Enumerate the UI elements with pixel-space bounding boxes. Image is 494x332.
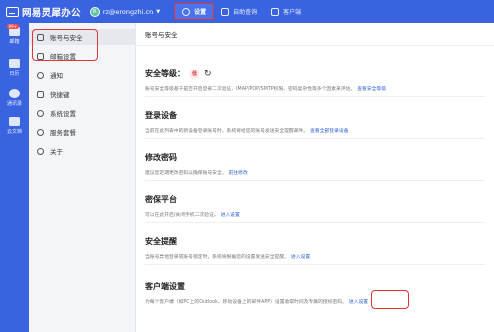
sidebar-item-shortcuts[interactable]: 快捷键 (29, 86, 136, 102)
section-title: 登录设备 (145, 111, 177, 120)
divider (145, 96, 485, 97)
section-title: 密保平台 (145, 195, 177, 204)
page-title: 账号与安全 (136, 23, 494, 46)
app-logo[interactable]: 网易灵犀办公 (6, 5, 81, 19)
section-title: 客户端设置 (145, 282, 185, 291)
security-platform-settings-link[interactable]: 进入设置 (221, 213, 240, 218)
sidebar-item-label: 服务套餐 (50, 129, 76, 137)
topnav-self-query[interactable]: 自助查询 (214, 3, 264, 20)
section-client-settings: 客户端设置 为每个客户端（如PC上的Outlook、移动设备上的邮件APP）设置… (145, 281, 490, 305)
section-security-level: 安全等级： 低 ↻ 账号安全等级基于是否开启登录二次验证、IMAP/POP/SM… (145, 68, 490, 93)
login-devices-desc: 当前在此列表中的新设备登录账号时，系统将给您的账号发送安全提醒邮件。 (145, 129, 309, 134)
account-email: rz@erongzhi.cn (102, 7, 154, 16)
topnav-self-query-label: 自助查询 (233, 9, 258, 16)
section-desc: 当账号异地登录或账号锁定时，系统将根据您的设置发送安全提醒。 进入设置 (145, 253, 490, 260)
section-desc: 账号安全等级基于是否开启登录二次验证、IMAP/POP/SMTP权限、密码复杂性… (145, 85, 490, 92)
query-icon (221, 7, 230, 16)
section-desc: 可以在此开启/关闭手机二次验证。 进入设置 (145, 211, 490, 218)
cloud-doc-icon (9, 117, 20, 126)
view-all-login-devices-link[interactable]: 查看全部登录设备 (310, 129, 348, 134)
divider (145, 138, 485, 139)
security-alerts-settings-link[interactable]: 进入设置 (291, 255, 310, 260)
section-title: 安全提醒 (145, 237, 177, 246)
rail-item-calendar-label: 日历 (9, 71, 20, 77)
mail-icon: 99+ (6, 24, 20, 36)
account-switcher[interactable]: R rz@erongzhi.cn ▼ (89, 6, 161, 17)
info-icon (37, 147, 44, 155)
section-change-password: 修改密码 建议您定期更改密码以确保账号安全。 前往修改 (145, 152, 490, 176)
sidebar-item-notifications[interactable]: 通知 (29, 67, 136, 83)
bell-icon (37, 71, 44, 79)
view-security-level-link[interactable]: 查看安全等级 (357, 87, 386, 92)
sidebar-item-label: 关于 (50, 148, 63, 156)
rail-item-calendar[interactable]: 日历 (0, 59, 29, 77)
logo-icon (6, 6, 19, 17)
sidebar-item-label: 快捷键 (50, 91, 70, 99)
section-title: 安全等级： 低 ↻ (145, 68, 490, 79)
section-desc: 建议您定期更改密码以确保账号安全。 前往修改 (145, 169, 490, 176)
rail-item-mail[interactable]: 99+ 邮箱 (0, 24, 29, 45)
top-nav: 设置 自助查询 客户端 (174, 0, 308, 23)
monitor-icon (271, 7, 280, 16)
section-login-devices: 登录设备 当前在此列表中的新设备登录账号时，系统将给您的账号发送安全提醒邮件。查… (145, 110, 490, 134)
rail-item-contacts-label: 通讯录 (6, 101, 22, 107)
topnav-settings[interactable]: 设置 (174, 3, 215, 20)
rail-item-docs-label: 云文档 (6, 129, 22, 135)
chevron-down-icon: ▼ (156, 8, 161, 15)
divider (145, 264, 485, 265)
top-bar: 网易灵犀办公 R rz@erongzhi.cn ▼ 设置 自助查询 客户端 (0, 0, 494, 23)
security-level-desc: 账号安全等级基于是否开启登录二次验证、IMAP/POP/SMTP权限、密码复杂性… (145, 87, 356, 92)
rail-item-docs[interactable]: 云文档 (0, 117, 29, 135)
app-name: 网易灵犀办公 (22, 7, 81, 19)
security-level-title: 安全等级： (145, 69, 185, 78)
section-desc: 当前在此列表中的新设备登录账号时，系统将给您的账号发送安全提醒邮件。 查看全部登录… (145, 127, 490, 134)
security-level-badge: 低 (190, 69, 200, 78)
contacts-icon (9, 89, 20, 98)
sidebar-item-about[interactable]: 关于 (29, 143, 136, 159)
client-settings-link[interactable]: 进入设置 (349, 300, 368, 305)
package-icon (37, 128, 44, 136)
rail-item-mail-label: 邮箱 (9, 39, 20, 45)
sidebar-item-label: 通知 (50, 72, 63, 80)
main-panel: 账号与安全 安全等级： 低 ↻ 账号安全等级基于是否开启登录二次验证、IMAP/… (136, 23, 494, 332)
client-settings-desc: 为每个客户端（如PC上的Outlook、移动设备上的邮件APP）设置收取时间及专… (145, 300, 347, 305)
topnav-client-label: 客户端 (283, 9, 302, 16)
calendar-icon (9, 59, 20, 68)
settings-sidebar: 账号与安全 邮箱设置 通知 快捷键 系统设置 服务套餐 关于 (29, 23, 136, 332)
section-security-alerts: 安全提醒 当账号异地登录或账号锁定时，系统将根据您的设置发送安全提醒。 进入设置 (145, 236, 490, 260)
section-title: 修改密码 (145, 153, 177, 162)
divider (145, 222, 485, 223)
security-platform-desc: 可以在此开启/关闭手机二次验证。 (145, 213, 219, 218)
avatar: R (89, 6, 100, 17)
security-alerts-desc: 当账号异地登录或账号锁定时，系统将根据您的设置发送安全提醒。 (145, 255, 289, 260)
refresh-icon[interactable]: ↻ (204, 69, 212, 79)
go-change-password-link[interactable]: 前往修改 (229, 171, 248, 176)
sidebar-item-service-plan[interactable]: 服务套餐 (29, 124, 136, 140)
keyboard-icon (37, 90, 44, 98)
rail-item-contacts[interactable]: 通讯录 (0, 89, 29, 107)
change-password-desc: 建议您定期更改密码以确保账号安全。 (145, 171, 227, 176)
unread-badge: 99+ (6, 24, 19, 29)
app-rail: 99+ 邮箱 日历 通讯录 云文档 (0, 23, 29, 332)
section-desc: 为每个客户端（如PC上的Outlook、移动设备上的邮件APP）设置收取时间及专… (145, 298, 490, 305)
section-security-platform: 密保平台 可以在此开启/关闭手机二次验证。 进入设置 (145, 194, 490, 218)
sidebar-item-label: 系统设置 (50, 110, 76, 118)
topnav-client[interactable]: 客户端 (264, 3, 308, 20)
gear-icon (37, 109, 44, 117)
sidebar-highlight-frame (32, 29, 98, 61)
topnav-settings-label: 设置 (194, 9, 207, 16)
gear-icon (182, 7, 191, 16)
client-settings-link-highlight (371, 290, 409, 309)
divider (145, 180, 485, 181)
sidebar-item-system-settings[interactable]: 系统设置 (29, 105, 136, 121)
